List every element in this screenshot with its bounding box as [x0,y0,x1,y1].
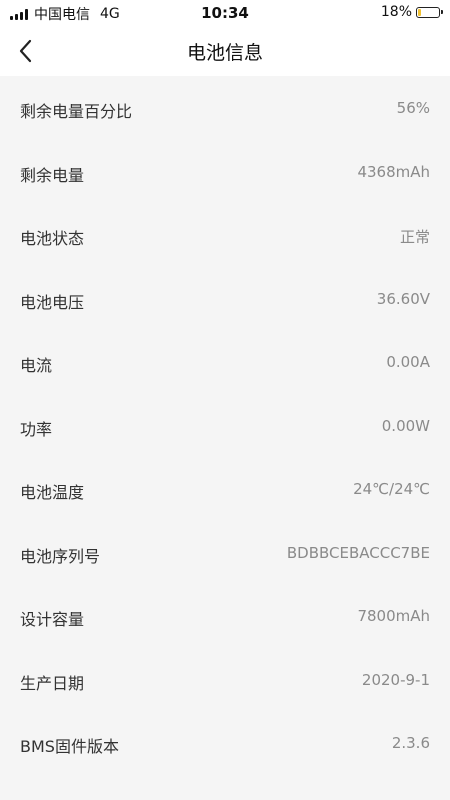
row-label: 电池状态 [20,229,85,248]
battery-percent: 18% [380,4,412,20]
row-label: 剩余电量 [20,165,85,185]
row-value: 0.00W [381,416,430,435]
row-value: 2020-9-1 [361,670,430,689]
list-item: 设计容量 7800mAh [0,584,450,648]
row-label: BMS固件版本 [20,737,119,756]
navigation-bar: 电池信息 [0,26,450,76]
status-right: 18% [380,4,443,20]
row-value: 4368mAh [357,162,430,181]
row-value: 正常 [399,228,430,246]
list-item: 功率 0.00W [0,393,450,457]
row-value: 2.3.6 [391,734,430,752]
battery-info-list: 剩余电量百分比 56% 剩余电量 4368mAh 电池状态 正常电池电压 36.60V 电流 0… [0,76,450,775]
list-item: 电池电压 36.60V [0,266,450,330]
row-label: 电池温度 [20,483,85,502]
list-item: 电池温度 24℃/24℃ [0,457,450,521]
battery-icon [416,6,443,18]
list-item: 电池状态 正常 [0,203,450,267]
row-label: 设计容量 [20,610,85,629]
row-value: 7800mAh [357,607,430,625]
list-item: 生产日期 2020-9-1 [0,647,450,711]
row-value: 36.60V [376,289,430,308]
row-label: 剩余电量百分比 [20,102,133,121]
row-value: BDBBCEBACCC7BE [286,543,430,562]
row-label: 电流 [20,356,53,375]
row-value: 24℃/24℃ [353,480,430,498]
row-label: 生产日期 [20,673,85,693]
battery-info-screen: 中国电信 4G 10:34 18% 电池信息 剩余电量百分比 56% 剩余电量 436… [0,0,450,800]
list-item: 电池序列号 BDBBCEBACCC7BE [0,520,450,584]
row-label: 电池电压 [20,292,85,312]
page-title: 电池信息 [186,42,263,64]
row-value: 56% [396,99,430,117]
list-item: 电流 0.00A [0,330,450,394]
battery-level-fill [418,8,421,16]
row-value: 0.00A [386,353,430,371]
list-item: BMS固件版本 2.3.6 [0,711,450,775]
status-bar: 中国电信 4G 10:34 18% [0,0,450,26]
row-label: 功率 [20,419,53,439]
list-item: 剩余电量百分比 56% [0,76,450,140]
list-item: 剩余电量 4368mAh [0,139,450,203]
row-label: 电池序列号 [20,546,101,566]
